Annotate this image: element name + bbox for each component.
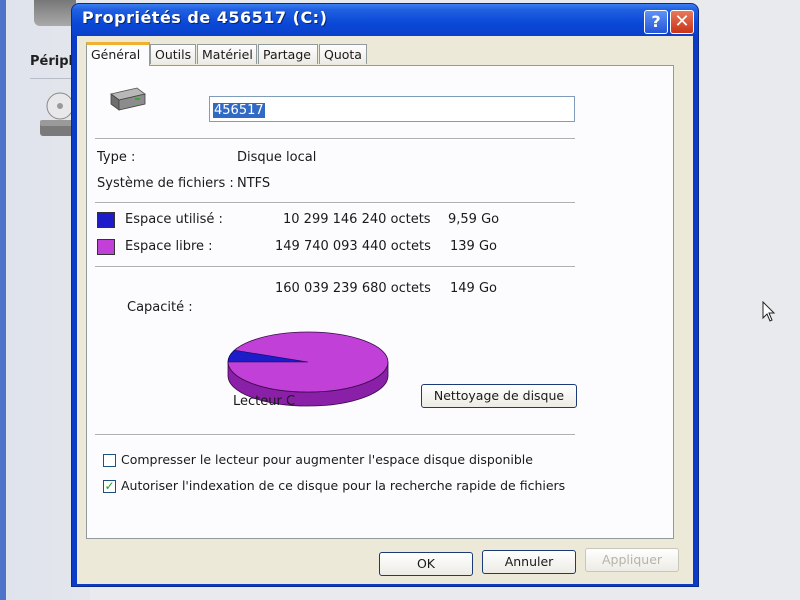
volume-name-input[interactable]: 456517	[209, 96, 575, 122]
used-space-swatch	[97, 212, 115, 228]
cancel-button[interactable]: Annuler	[482, 550, 576, 574]
close-button[interactable]: ✕	[670, 10, 694, 34]
separator	[95, 434, 575, 436]
capacity-size: 149 Go	[450, 281, 497, 296]
tab-tools[interactable]: Outils	[150, 44, 196, 64]
disk-cleanup-button[interactable]: Nettoyage de disque	[421, 384, 577, 408]
help-button[interactable]: ?	[644, 10, 668, 34]
title-bar[interactable]: Propriétés de 456517 (C:) ? ✕	[72, 4, 698, 36]
tab-general[interactable]: Général	[86, 42, 150, 66]
hard-drive-icon	[110, 87, 146, 111]
used-space-size: 9,59 Go	[448, 212, 500, 227]
background-drive-icon	[34, 0, 76, 26]
ok-button[interactable]: OK	[379, 552, 473, 576]
compress-drive-label[interactable]: Compresser le lecteur pour augmenter l'e…	[121, 452, 533, 467]
properties-dialog: Propriétés de 456517 (C:) ? ✕ Général Ou…	[72, 4, 698, 586]
separator	[95, 266, 575, 268]
mouse-cursor-icon	[762, 301, 776, 322]
filesystem-label: Système de fichiers :	[97, 176, 234, 191]
tab-quota[interactable]: Quota	[319, 44, 367, 64]
indexing-label[interactable]: Autoriser l'indexation de ce disque pour…	[121, 478, 565, 493]
dialog-body: Général Outils Matériel Partage Quota 45…	[77, 36, 693, 584]
apply-button[interactable]: Appliquer	[585, 548, 679, 572]
filesystem-value: NTFS	[237, 176, 271, 191]
explorer-left-strip	[0, 0, 6, 600]
drive-letter-label: Lecteur C	[233, 394, 296, 409]
type-value: Disque local	[237, 150, 317, 165]
general-tab-panel: 456517 Type : Disque local Système de fi…	[86, 65, 674, 539]
capacity-bytes: 160 039 239 680 octets	[275, 281, 431, 296]
used-space-label: Espace utilisé :	[125, 212, 223, 227]
type-label: Type :	[97, 150, 136, 165]
free-space-size: 139 Go	[450, 239, 497, 254]
used-space-bytes: 10 299 146 240 octets	[283, 212, 431, 227]
window-title: Propriétés de 456517 (C:)	[82, 8, 328, 27]
free-space-bytes: 149 740 093 440 octets	[275, 239, 431, 254]
tab-hardware[interactable]: Matériel	[197, 44, 257, 64]
indexing-checkbox[interactable]: ✓	[103, 480, 116, 493]
free-space-swatch	[97, 239, 115, 255]
separator	[95, 138, 575, 140]
capacity-label: Capacité :	[127, 300, 193, 315]
volume-name-text: 456517	[213, 103, 265, 118]
explorer-section-label: Périph	[30, 54, 78, 69]
tab-sharing[interactable]: Partage	[258, 44, 318, 64]
separator	[95, 202, 575, 204]
free-space-label: Espace libre :	[125, 239, 213, 254]
compress-drive-checkbox[interactable]	[103, 454, 116, 467]
